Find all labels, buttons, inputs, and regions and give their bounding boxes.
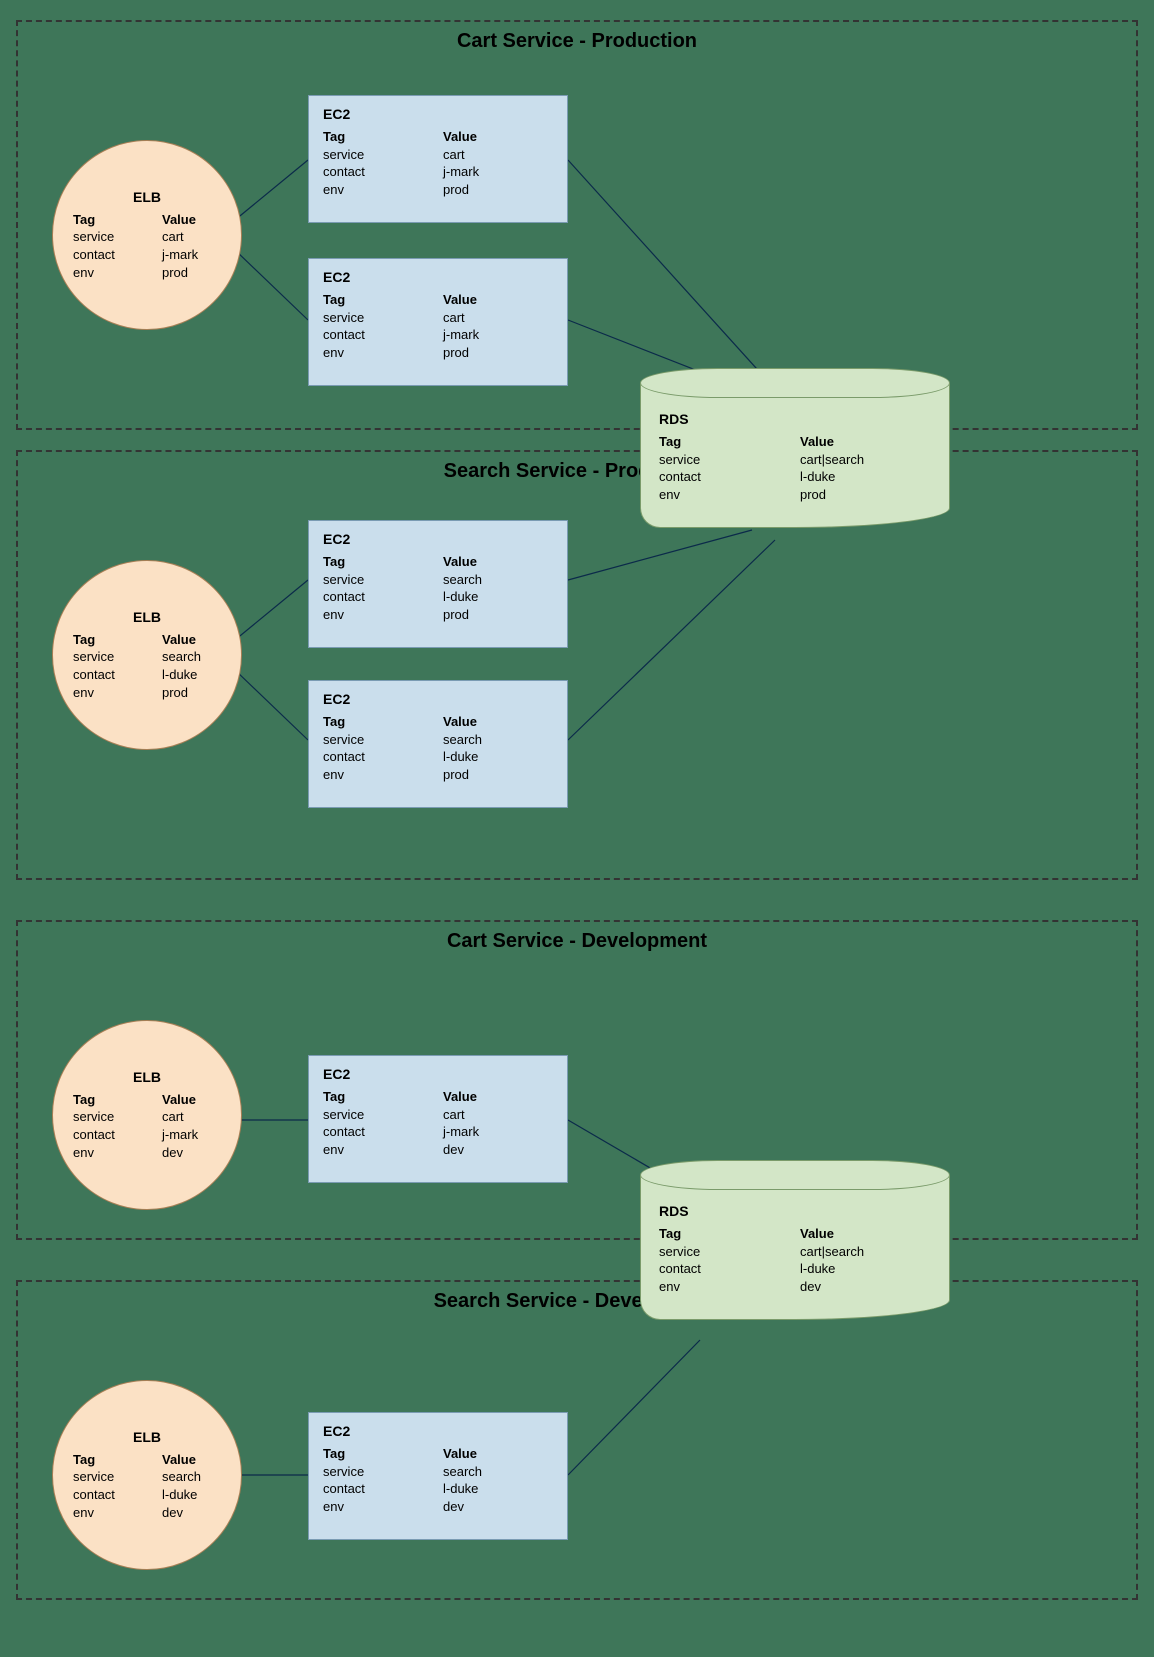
database-icon [640,368,950,398]
group-title: Cart Service - Development [18,930,1136,953]
tag-table: Tag Value servicecart|search contactl-du… [659,1225,931,1295]
node-title: EC2 [323,106,553,122]
elb-cart-prod: ELB Tag Value servicecart contactj-mark … [52,140,242,330]
ec2-search-prod-1: EC2 Tag Value servicesearch contactl-duk… [308,520,568,648]
node-title: ELB [53,1429,241,1445]
node-title: EC2 [323,691,553,707]
tag-table: Tag Value servicecart contactj-mark envp… [323,291,553,361]
ec2-cart-prod-1: EC2 Tag Value servicecart contactj-mark … [308,95,568,223]
tag-table: Tag Value servicecart contactj-mark envd… [73,1091,241,1161]
ec2-search-dev: EC2 Tag Value servicesearch contactl-duk… [308,1412,568,1540]
rds-dev: RDS Tag Value servicecart|search contact… [640,1160,950,1320]
node-title: RDS [659,411,931,427]
ec2-cart-dev: EC2 Tag Value servicecart contactj-mark … [308,1055,568,1183]
tag-table: Tag Value servicecart|search contactl-du… [659,433,931,503]
tag-table: Tag Value servicecart contactj-mark envp… [323,128,553,198]
ec2-cart-prod-2: EC2 Tag Value servicecart contactj-mark … [308,258,568,386]
elb-cart-dev: ELB Tag Value servicecart contactj-mark … [52,1020,242,1210]
node-title: EC2 [323,1423,553,1439]
node-title: ELB [53,1069,241,1085]
node-title: EC2 [323,1066,553,1082]
node-title: ELB [53,189,241,205]
node-title: EC2 [323,269,553,285]
ec2-search-prod-2: EC2 Tag Value servicesearch contactl-duk… [308,680,568,808]
group-title: Search Service - Development [18,1290,1136,1313]
tag-table: Tag Value servicesearch contactl-duke en… [73,1451,241,1521]
tag-table: Tag Value servicesearch contactl-duke en… [323,713,553,783]
node-title: RDS [659,1203,931,1219]
tag-table: Tag Value servicecart contactj-mark envp… [73,211,241,281]
elb-search-dev: ELB Tag Value servicesearch contactl-duk… [52,1380,242,1570]
node-title: ELB [53,609,241,625]
group-title: Cart Service - Production [18,30,1136,53]
tag-table: Tag Value servicesearch contactl-duke en… [73,631,241,701]
database-icon [640,1160,950,1190]
tag-table: Tag Value servicecart contactj-mark envd… [323,1088,553,1158]
tag-table: Tag Value servicesearch contactl-duke en… [323,1445,553,1515]
rds-prod: RDS Tag Value servicecart|search contact… [640,368,950,528]
elb-search-prod: ELB Tag Value servicesearch contactl-duk… [52,560,242,750]
node-title: EC2 [323,531,553,547]
tag-table: Tag Value servicesearch contactl-duke en… [323,553,553,623]
group-title: Search Service - Production [18,460,1136,483]
